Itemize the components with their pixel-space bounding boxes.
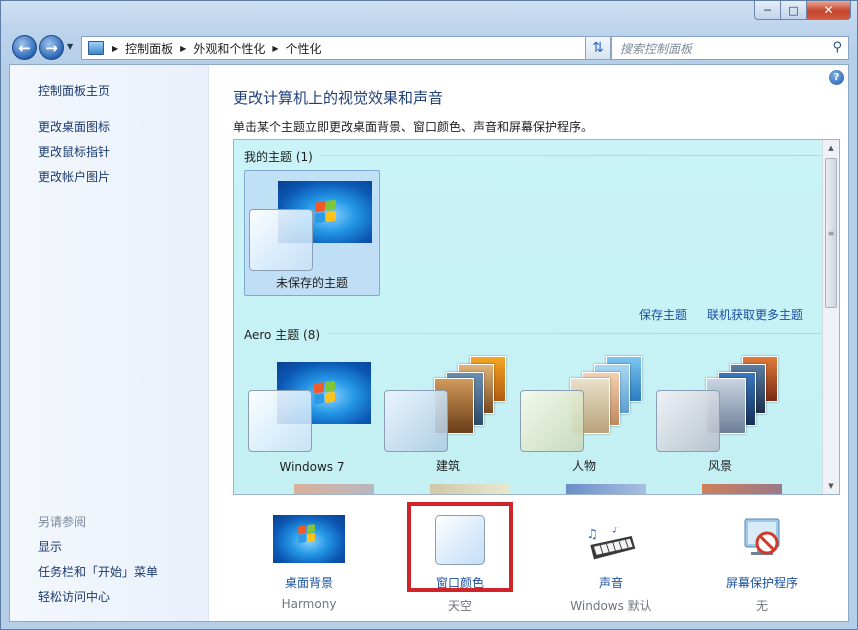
arrow-left-icon: ← xyxy=(18,38,31,57)
breadcrumb-control-panel[interactable]: 控制面板 xyxy=(125,40,173,57)
chevron-down-icon: ▼ xyxy=(67,42,74,51)
window: ─ □ ✕ ← → ▼ ▶ 控制面板 ▶ 外观和个性化 ▶ 个性化 ▼ ⇅ 搜索… xyxy=(0,0,858,630)
maximize-button[interactable]: □ xyxy=(781,1,807,20)
sidebar: 控制面板主页 更改桌面图标 更改鼠标指针 更改帐户图片 另请参阅 显示 任务栏和… xyxy=(10,65,209,621)
window-color-value: 天空 xyxy=(447,599,472,613)
group-divider xyxy=(326,333,827,334)
see-also-taskbar[interactable]: 任务栏和「开始」菜单 xyxy=(38,563,158,580)
theme-unsaved[interactable]: 未保存的主题 xyxy=(244,170,380,296)
theme-row-partial xyxy=(702,484,782,494)
sidebar-link-desktop-icons[interactable]: 更改桌面图标 xyxy=(38,118,110,135)
breadcrumb-personalization[interactable]: 个性化 xyxy=(286,40,322,57)
windows-logo-icon xyxy=(314,380,336,405)
theme-color-swatch xyxy=(520,390,584,452)
desktop-background-button[interactable]: 桌面背景 Harmony xyxy=(244,507,374,617)
sidebar-link-home[interactable]: 控制面板主页 xyxy=(38,82,110,99)
theme-windows7[interactable]: Windows 7 xyxy=(244,352,380,478)
close-button[interactable]: ✕ xyxy=(807,1,851,20)
windows-logo-icon xyxy=(315,199,337,224)
group-divider xyxy=(318,155,827,156)
theme-characters[interactable]: 人物 xyxy=(516,352,652,478)
search-placeholder: 搜索控制面板 xyxy=(620,41,693,56)
breadcrumb-appearance[interactable]: 外观和个性化 xyxy=(193,40,265,57)
sounds-value: Windows 默认 xyxy=(570,599,652,613)
desktop-background-value: Harmony xyxy=(281,597,337,611)
page-description: 单击某个主题立即更改桌面背景、窗口颜色、声音和屏幕保护程序。 xyxy=(233,120,594,134)
theme-color-swatch xyxy=(249,209,313,271)
scroll-up-icon[interactable]: ▲ xyxy=(823,140,839,156)
navigation-bar: ← → ▼ ▶ 控制面板 ▶ 外观和个性化 ▶ 个性化 ▼ ⇅ 搜索控制面板 ⚲ xyxy=(9,33,849,61)
minimize-button[interactable]: ─ xyxy=(754,1,781,20)
sidebar-link-mouse-pointers[interactable]: 更改鼠标指针 xyxy=(38,143,110,160)
screen-saver-label: 屏幕保护程序 xyxy=(725,576,798,590)
scroll-thumb[interactable]: ≡ xyxy=(825,158,837,308)
theme-list: 我的主题 (1) 未保存的主题 保存主题 联机获取更多主题 Aero 主题 (8… xyxy=(233,139,840,495)
chevron-right-icon[interactable]: ▶ xyxy=(180,44,186,53)
control-panel-icon xyxy=(88,41,104,55)
sidebar-link-account-picture[interactable]: 更改帐户图片 xyxy=(38,168,110,185)
window-color-highlight-box xyxy=(407,502,513,592)
see-also-ease-of-access[interactable]: 轻松访问中心 xyxy=(38,588,110,605)
theme-architecture[interactable]: 建筑 xyxy=(380,352,516,478)
theme-name: 风景 xyxy=(707,459,732,473)
chevron-right-icon[interactable]: ▶ xyxy=(112,44,118,53)
svg-text:♫: ♫ xyxy=(587,527,598,541)
aero-themes-label: Aero 主题 (8) xyxy=(244,328,321,342)
theme-list-scrollbar[interactable]: ▲ ≡ ▼ xyxy=(822,140,839,494)
screen-saver-button[interactable]: 屏幕保护程序 无 xyxy=(697,507,827,617)
theme-row-partial xyxy=(430,484,510,494)
theme-landscapes[interactable]: 风景 xyxy=(652,352,788,478)
help-icon[interactable]: ? xyxy=(829,70,844,85)
search-icon[interactable]: ⚲ xyxy=(832,40,842,55)
svg-text:♪: ♪ xyxy=(612,527,619,535)
arrow-right-icon: → xyxy=(45,38,58,57)
theme-name: Windows 7 xyxy=(279,460,345,474)
theme-name: 未保存的主题 xyxy=(275,276,348,290)
scroll-down-icon[interactable]: ▼ xyxy=(823,478,839,494)
see-also-display[interactable]: 显示 xyxy=(38,538,62,555)
theme-color-swatch xyxy=(384,390,448,452)
theme-color-swatch xyxy=(656,390,720,452)
screen-saver-value: 无 xyxy=(755,599,768,613)
address-bar[interactable]: ▶ 控制面板 ▶ 外观和个性化 ▶ 个性化 ▼ xyxy=(81,36,609,60)
theme-row-partial xyxy=(566,484,646,494)
save-theme-link[interactable]: 保存主题 xyxy=(639,306,687,323)
refresh-button[interactable]: ⇅ xyxy=(585,36,611,60)
forward-button[interactable]: → xyxy=(39,35,64,60)
theme-name: 建筑 xyxy=(435,459,460,473)
content-area: 控制面板主页 更改桌面图标 更改鼠标指针 更改帐户图片 另请参阅 显示 任务栏和… xyxy=(9,64,849,622)
windows-logo-icon xyxy=(298,524,316,544)
sounds-label: 声音 xyxy=(598,576,623,590)
theme-color-swatch xyxy=(248,390,312,452)
my-themes-label: 我的主题 (1) xyxy=(244,150,313,164)
page-title: 更改计算机上的视觉效果和声音 xyxy=(233,89,444,107)
get-more-themes-link[interactable]: 联机获取更多主题 xyxy=(707,306,803,323)
back-button[interactable]: ← xyxy=(12,35,37,60)
sounds-icon: ♫ ♪ xyxy=(587,527,636,560)
sounds-button[interactable]: ♫ ♪ 声音 Windows 默认 xyxy=(546,507,676,617)
theme-name: 人物 xyxy=(571,459,596,473)
screen-saver-icon xyxy=(744,518,780,555)
see-also-title: 另请参阅 xyxy=(38,515,87,529)
search-input[interactable]: 搜索控制面板 ⚲ xyxy=(611,36,849,60)
caption-buttons: ─ □ ✕ xyxy=(754,1,851,20)
chevron-right-icon[interactable]: ▶ xyxy=(272,44,278,53)
recent-pages-dropdown[interactable]: ▼ xyxy=(67,42,73,51)
desktop-background-label: 桌面背景 xyxy=(284,576,333,590)
theme-row-partial xyxy=(294,484,374,494)
refresh-icon: ⇅ xyxy=(592,40,604,56)
